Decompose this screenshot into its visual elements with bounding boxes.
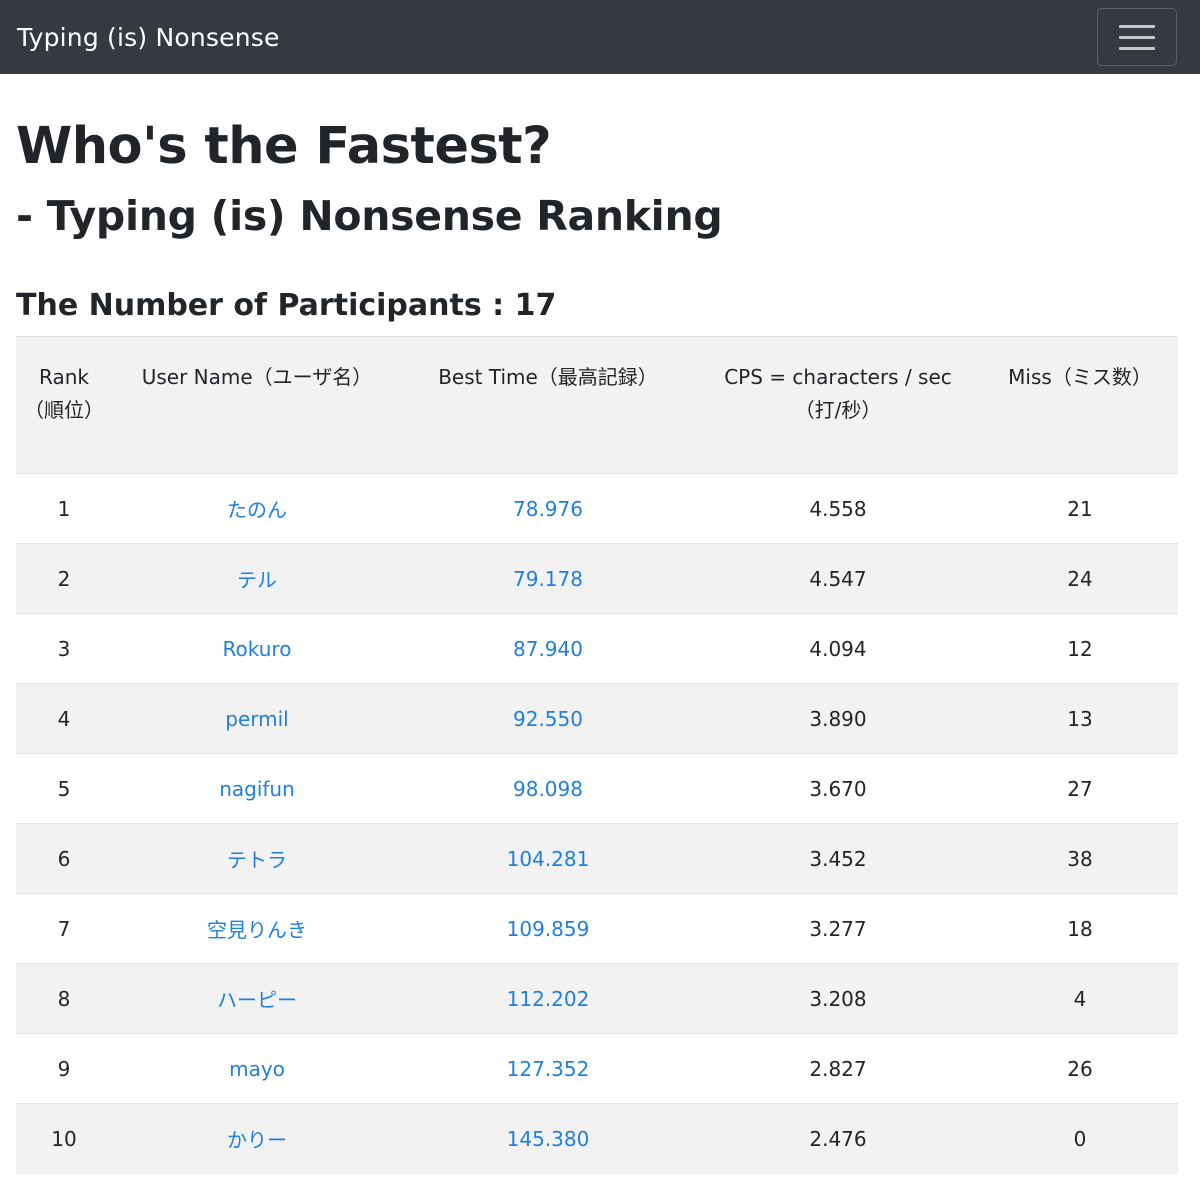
user-name-link[interactable]: nagifun	[219, 777, 295, 801]
table-row: 2 テル 79.178 4.547 24	[16, 543, 1178, 614]
table-row: 10 かりー 145.380 2.476 0	[16, 1103, 1178, 1174]
best-time-cell: 145.380	[402, 1104, 694, 1174]
table-row: 8 ハーピー 112.202 3.208 4	[16, 963, 1178, 1034]
rank-cell: 5	[57, 776, 71, 801]
miss-cell: 12	[1067, 636, 1093, 661]
miss-cell: 24	[1067, 566, 1093, 591]
cps-cell: 4.558	[809, 496, 867, 521]
cps-cell: 3.208	[809, 986, 867, 1011]
best-time-link[interactable]: 112.202	[507, 987, 590, 1011]
cps-cell: 3.277	[809, 916, 867, 941]
header-cps: CPS = characters / sec（打/秒）	[694, 336, 982, 474]
best-time-link[interactable]: 78.976	[513, 497, 583, 521]
page-subtitle: - Typing (is) Nonsense Ranking	[16, 192, 723, 240]
best-time-cell: 112.202	[402, 964, 694, 1034]
user-name-link[interactable]: たのん	[227, 498, 287, 522]
miss-cell: 13	[1067, 706, 1093, 731]
user-name-cell: ハーピー	[112, 964, 402, 1034]
miss-cell: 4	[1073, 986, 1087, 1011]
table-row: 5 nagifun 98.098 3.670 27	[16, 753, 1178, 824]
rank-cell: 1	[57, 496, 71, 521]
user-name-cell: テル	[112, 544, 402, 614]
user-name-cell: Rokuro	[112, 614, 402, 684]
user-name-cell: 空見りんき	[112, 894, 402, 964]
user-name-link[interactable]: 空見りんき	[207, 918, 307, 942]
best-time-cell: 109.859	[402, 894, 694, 964]
rank-cell: 4	[57, 706, 71, 731]
miss-cell: 18	[1067, 916, 1093, 941]
header-best-time: Best Time（最高記録）	[402, 336, 694, 474]
best-time-link[interactable]: 98.098	[513, 777, 583, 801]
rank-cell: 10	[51, 1126, 77, 1151]
user-name-link[interactable]: ハーピー	[217, 988, 297, 1012]
table-row: 6 テトラ 104.281 3.452 38	[16, 823, 1178, 894]
best-time-cell: 104.281	[402, 824, 694, 894]
hamburger-menu-icon	[1119, 24, 1155, 50]
miss-cell: 0	[1073, 1126, 1087, 1151]
ranking-table-body: 1 たのん 78.976 4.558 21 2 テル 79.178 4.547 …	[16, 473, 1178, 1174]
miss-cell: 27	[1067, 776, 1093, 801]
user-name-link[interactable]: かりー	[227, 1128, 287, 1152]
user-name-cell: permil	[112, 684, 402, 754]
user-name-link[interactable]: テトラ	[227, 848, 287, 872]
participants-count: The Number of Participants : 17	[16, 288, 557, 323]
cps-cell: 4.547	[809, 566, 867, 591]
best-time-cell: 79.178	[402, 544, 694, 614]
cps-cell: 4.094	[809, 636, 867, 661]
best-time-cell: 127.352	[402, 1034, 694, 1104]
user-name-link[interactable]: Rokuro	[223, 637, 292, 661]
cps-cell: 3.670	[809, 776, 867, 801]
table-row: 1 たのん 78.976 4.558 21	[16, 473, 1178, 544]
user-name-cell: mayo	[112, 1034, 402, 1104]
miss-cell: 26	[1067, 1056, 1093, 1081]
best-time-cell: 87.940	[402, 614, 694, 684]
best-time-link[interactable]: 145.380	[507, 1127, 590, 1151]
navbar: Typing (is) Nonsense	[0, 0, 1200, 74]
cps-cell: 2.476	[809, 1126, 867, 1151]
user-name-cell: テトラ	[112, 824, 402, 894]
rank-cell: 8	[57, 986, 71, 1011]
table-row: 4 permil 92.550 3.890 13	[16, 683, 1178, 754]
miss-cell: 21	[1067, 496, 1093, 521]
best-time-link[interactable]: 127.352	[507, 1057, 590, 1081]
header-rank: Rank（順位）	[16, 336, 112, 474]
user-name-cell: nagifun	[112, 754, 402, 824]
cps-cell: 3.452	[809, 846, 867, 871]
table-row: 7 空見りんき 109.859 3.277 18	[16, 893, 1178, 964]
ranking-table-header: Rank（順位） User Name（ユーザ名） Best Time（最高記録）…	[16, 336, 1178, 474]
navbar-toggler-button[interactable]	[1097, 8, 1177, 66]
brand-link[interactable]: Typing (is) Nonsense	[17, 23, 280, 52]
rank-cell: 9	[57, 1056, 71, 1081]
page-title: Who's the Fastest?	[16, 117, 552, 176]
best-time-link[interactable]: 87.940	[513, 637, 583, 661]
miss-cell: 38	[1067, 846, 1093, 871]
ranking-table: Rank（順位） User Name（ユーザ名） Best Time（最高記録）…	[16, 336, 1178, 1174]
rank-cell: 2	[57, 566, 71, 591]
main-container: Who's the Fastest? - Typing (is) Nonsens…	[0, 120, 1200, 1174]
best-time-cell: 98.098	[402, 754, 694, 824]
user-name-cell: かりー	[112, 1104, 402, 1174]
best-time-link[interactable]: 79.178	[513, 567, 583, 591]
user-name-link[interactable]: mayo	[229, 1057, 285, 1081]
best-time-link[interactable]: 104.281	[507, 847, 590, 871]
best-time-cell: 92.550	[402, 684, 694, 754]
cps-cell: 2.827	[809, 1056, 867, 1081]
table-row: 9 mayo 127.352 2.827 26	[16, 1033, 1178, 1104]
best-time-cell: 78.976	[402, 474, 694, 544]
user-name-link[interactable]: permil	[225, 707, 288, 731]
cps-cell: 3.890	[809, 706, 867, 731]
header-miss: Miss（ミス数）	[982, 336, 1178, 474]
rank-cell: 3	[57, 636, 71, 661]
header-user-name: User Name（ユーザ名）	[112, 336, 402, 474]
user-name-link[interactable]: テル	[237, 568, 277, 592]
rank-cell: 7	[57, 916, 71, 941]
rank-cell: 6	[57, 846, 71, 871]
table-row: 3 Rokuro 87.940 4.094 12	[16, 613, 1178, 684]
best-time-link[interactable]: 92.550	[513, 707, 583, 731]
best-time-link[interactable]: 109.859	[507, 917, 590, 941]
user-name-cell: たのん	[112, 474, 402, 544]
